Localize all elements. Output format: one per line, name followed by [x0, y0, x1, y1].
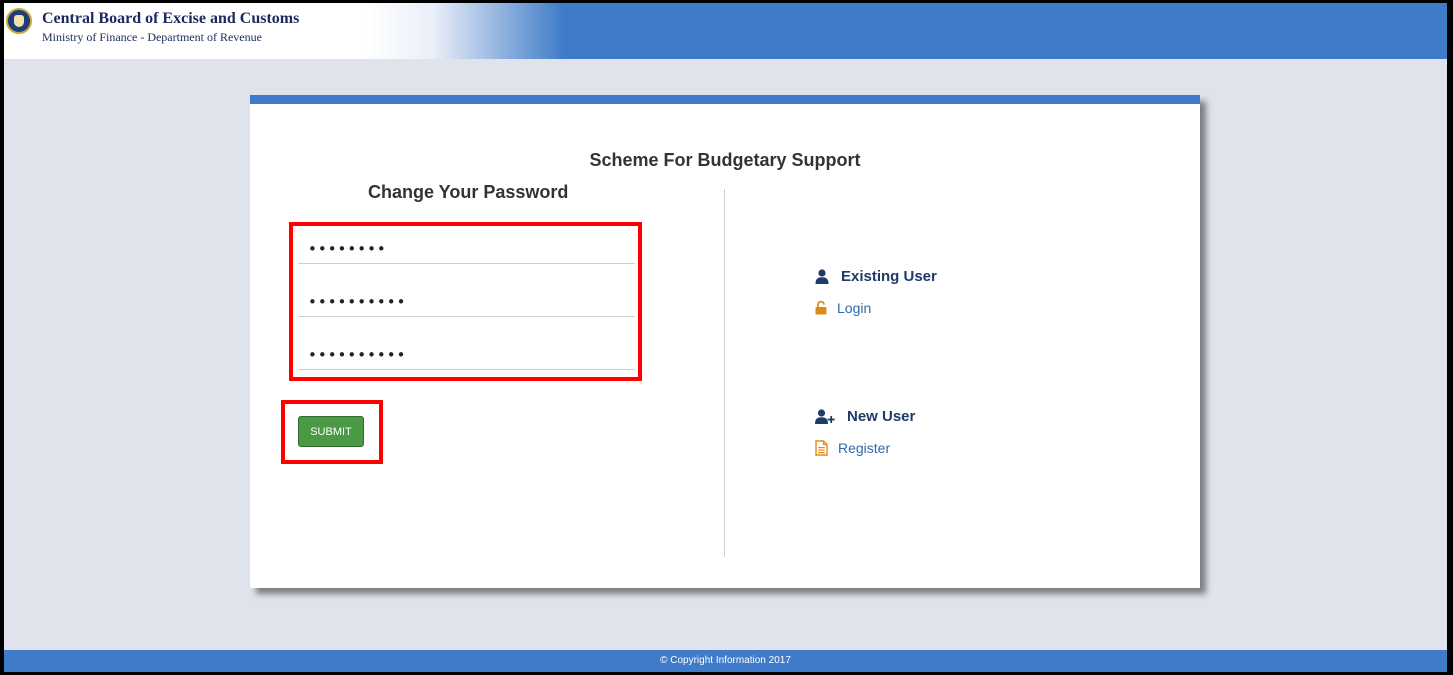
org-title: Central Board of Excise and Customs: [42, 10, 300, 27]
site-header: Central Board of Excise and Customs Mini…: [4, 3, 1447, 59]
new-user-heading: New User: [815, 408, 915, 425]
existing-user-label: Existing User: [841, 268, 937, 285]
register-link[interactable]: Register: [815, 440, 890, 456]
existing-user-heading: Existing User: [815, 268, 937, 285]
emblem-icon: [6, 8, 32, 34]
login-link-label[interactable]: Login: [837, 300, 871, 316]
site-footer: © Copyright Information 2017: [4, 650, 1447, 672]
column-divider: [724, 189, 725, 557]
new-user-label: New User: [847, 408, 916, 425]
register-link-label[interactable]: Register: [838, 440, 890, 456]
page-title: Scheme For Budgetary Support: [589, 150, 861, 170]
login-link[interactable]: Login: [815, 300, 871, 316]
user-icon: [815, 269, 829, 284]
unlock-icon: [815, 300, 827, 315]
document-icon: [815, 440, 828, 456]
password-fields-highlight: [289, 222, 642, 381]
main-card: Scheme For Budgetary Support Change Your…: [250, 95, 1200, 588]
user-plus-icon: [815, 409, 835, 424]
org-subtitle: Ministry of Finance - Department of Reve…: [42, 30, 262, 44]
copyright-text: © Copyright Information 2017: [660, 655, 791, 666]
change-password-title: Change Your Password: [368, 182, 569, 202]
submit-highlight: [281, 400, 383, 464]
browser-viewport: Central Board of Excise and Customs Mini…: [4, 3, 1447, 672]
